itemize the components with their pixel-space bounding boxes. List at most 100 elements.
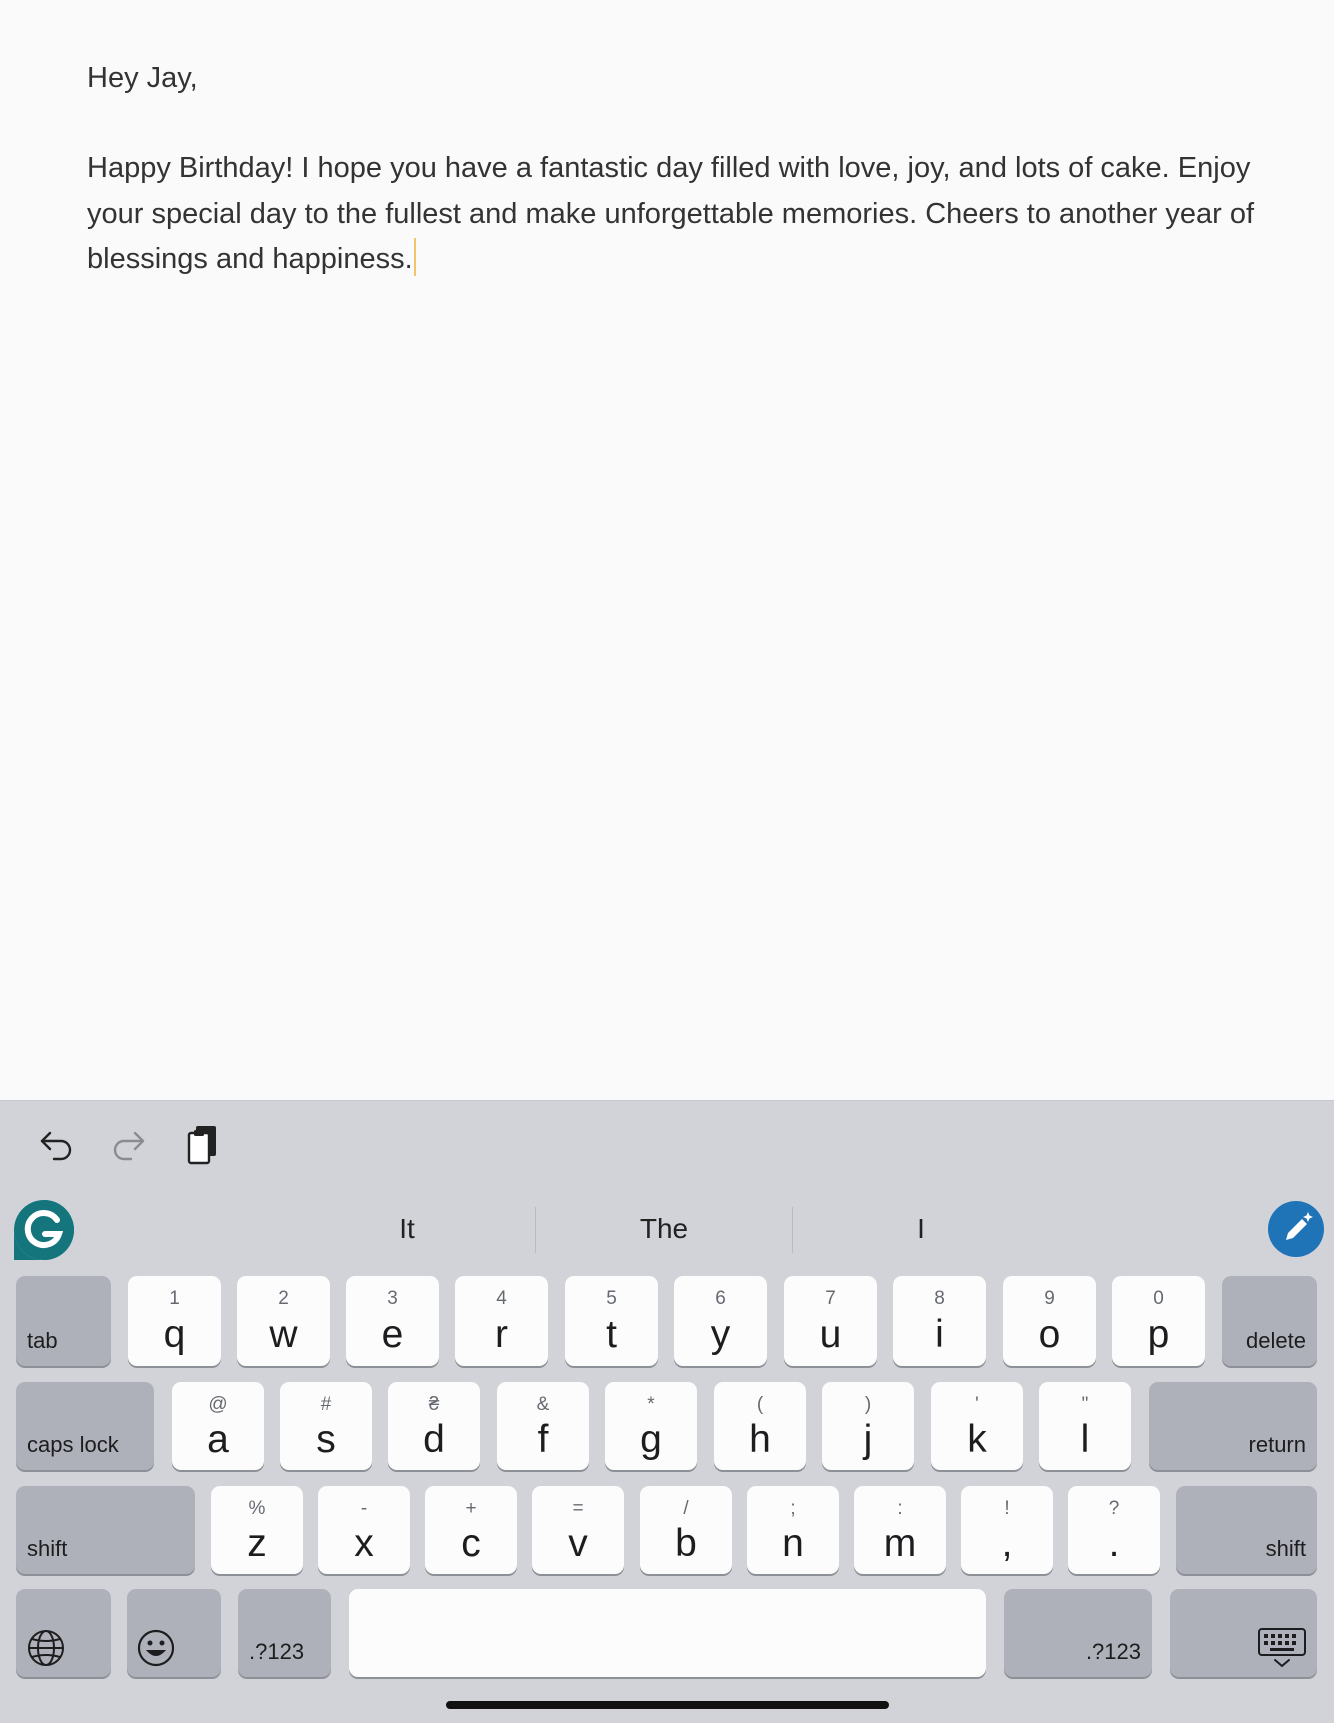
body-text: Happy Birthday! I hope you have a fantas… [87, 152, 1255, 275]
key-secondary: 6 [715, 1288, 726, 1309]
grammarly-icon[interactable] [12, 1198, 76, 1262]
key-x[interactable]: -x [318, 1486, 410, 1574]
key-h[interactable]: (h [714, 1382, 806, 1470]
key-primary: b [675, 1522, 697, 1565]
key-u[interactable]: 7u [784, 1276, 877, 1366]
key-v[interactable]: = v [532, 1486, 624, 1574]
key-t[interactable]: 5t [565, 1276, 658, 1366]
key-primary: w [269, 1313, 298, 1356]
text-cursor [413, 238, 416, 276]
key-primary: g [640, 1418, 662, 1461]
key-l[interactable]: " l [1039, 1382, 1131, 1470]
key-d[interactable]: ₴ d [388, 1382, 480, 1470]
key-b[interactable]: / b [640, 1486, 732, 1574]
space-bar[interactable] [349, 1589, 986, 1677]
emoji-icon [137, 1629, 175, 1667]
key-y[interactable]: 6y [674, 1276, 767, 1366]
shift-key-right[interactable]: shift [1176, 1486, 1317, 1574]
key-secondary: 8 [934, 1288, 945, 1309]
key-secondary: ! [1004, 1498, 1010, 1519]
key-primary: c [461, 1522, 481, 1565]
key-q[interactable]: 1q [128, 1276, 221, 1366]
key-e[interactable]: 3e [346, 1276, 439, 1366]
home-indicator[interactable] [446, 1701, 889, 1709]
key-o[interactable]: 9o [1003, 1276, 1096, 1366]
key-primary: v [568, 1522, 588, 1565]
keyboard-dismiss-key[interactable] [1170, 1589, 1317, 1677]
key-primary: , [1001, 1522, 1013, 1565]
key-secondary: / [683, 1498, 689, 1519]
key-secondary: # [320, 1394, 332, 1415]
key-k[interactable]: ' k [931, 1382, 1023, 1470]
key-secondary: 2 [278, 1288, 289, 1309]
key-p[interactable]: 0p [1112, 1276, 1205, 1366]
key-secondary: ₴ [428, 1394, 440, 1415]
key-primary: i [935, 1313, 944, 1356]
key-c[interactable]: + c [425, 1486, 517, 1574]
key-secondary: + [465, 1498, 477, 1519]
clipboard-icon[interactable] [178, 1120, 228, 1170]
key-secondary: 0 [1153, 1288, 1164, 1309]
prediction-3[interactable]: I [793, 1200, 1049, 1258]
delete-key[interactable]: delete [1222, 1276, 1317, 1366]
key-secondary: ' [975, 1394, 979, 1415]
key-primary: j [863, 1418, 873, 1461]
key-secondary: 7 [825, 1288, 836, 1309]
key-r[interactable]: 4r [455, 1276, 548, 1366]
key-secondary: " [1081, 1394, 1089, 1415]
numbers-key-left[interactable]: .?123 [238, 1589, 331, 1677]
prediction-1[interactable]: It [279, 1200, 535, 1258]
key-secondary: : [897, 1498, 903, 1519]
key-s[interactable]: # s [280, 1382, 372, 1470]
caps-lock-label: caps lock [27, 1432, 119, 1457]
key-primary: t [606, 1313, 617, 1356]
key-primary: q [163, 1313, 186, 1356]
numbers-label: .?123 [1085, 1639, 1141, 1664]
prediction-2[interactable]: The [536, 1200, 792, 1258]
return-label: return [1248, 1432, 1306, 1457]
key-primary: l [1080, 1418, 1090, 1461]
text-editor[interactable]: Hey Jay, Happy Birthday! I hope you have… [0, 0, 1334, 1100]
numbers-key-right[interactable]: .?123 [1004, 1589, 1152, 1677]
globe-key[interactable] [16, 1589, 111, 1677]
key-primary: n [782, 1522, 804, 1565]
delete-label: delete [1246, 1328, 1306, 1353]
shift-key-left[interactable]: shift [16, 1486, 195, 1574]
key-secondary: = [572, 1498, 584, 1519]
key-f[interactable]: & f [497, 1382, 589, 1470]
key-primary: . [1108, 1522, 1120, 1565]
numbers-label: .?123 [249, 1639, 305, 1664]
redo-icon[interactable] [104, 1120, 154, 1170]
key-secondary: 4 [496, 1288, 507, 1309]
return-key[interactable]: return [1149, 1382, 1317, 1470]
key-j[interactable]: ) j [822, 1382, 914, 1470]
key-i[interactable]: 8i [893, 1276, 986, 1366]
key-period[interactable]: ?. [1068, 1486, 1160, 1574]
greeting-line: Hey Jay, [87, 62, 198, 94]
globe-icon [28, 1630, 64, 1666]
tab-label: tab [27, 1328, 58, 1353]
key-n[interactable]: ; n [747, 1486, 839, 1574]
key-primary: z [247, 1522, 267, 1565]
body-paragraph: Happy Birthday! I hope you have a fantas… [87, 146, 1287, 283]
key-comma[interactable]: !, [961, 1486, 1053, 1574]
key-primary: p [1147, 1313, 1170, 1356]
key-secondary: 5 [606, 1288, 617, 1309]
key-m[interactable]: :m [854, 1486, 946, 1574]
key-primary: a [207, 1418, 229, 1461]
key-primary: o [1038, 1313, 1061, 1356]
undo-icon[interactable] [31, 1120, 81, 1170]
emoji-key[interactable] [127, 1589, 221, 1677]
key-z[interactable]: % z [211, 1486, 303, 1574]
caps-lock-key[interactable]: caps lock [16, 1382, 154, 1470]
keyboard-dismiss-icon [1258, 1628, 1306, 1667]
key-secondary: * [647, 1394, 655, 1415]
key-secondary: ) [864, 1394, 872, 1415]
tab-key[interactable]: tab [16, 1276, 111, 1366]
key-a[interactable]: @ a [172, 1382, 264, 1470]
key-secondary: & [536, 1394, 550, 1415]
key-g[interactable]: * g [605, 1382, 697, 1470]
ai-writing-icon[interactable] [1267, 1200, 1325, 1258]
key-w[interactable]: 2w [237, 1276, 330, 1366]
key-secondary: ; [790, 1498, 796, 1519]
